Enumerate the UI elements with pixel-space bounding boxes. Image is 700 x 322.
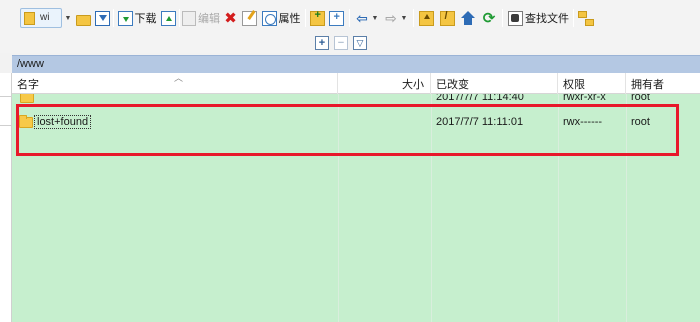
filter-icon: ▽: [356, 37, 364, 48]
binoculars-icon: [508, 10, 523, 26]
row-permissions: rwxr-xr-x: [563, 94, 606, 103]
row-modified: 2017/7/7 11:11:01: [436, 116, 524, 128]
column-permissions-label: 权限: [563, 78, 585, 91]
folder-up-icon: [418, 10, 434, 26]
minus-icon: −: [337, 36, 345, 49]
current-path-bar: /www: [12, 55, 700, 73]
rename-icon: [242, 10, 257, 26]
tree-divider: [0, 125, 12, 126]
path-dropdown-arrow[interactable]: ▼: [64, 6, 72, 30]
column-header-size[interactable]: 大小: [338, 73, 431, 94]
forward-history-dropdown[interactable]: ▼: [400, 6, 408, 30]
arrow-left-icon: ⇦: [356, 9, 368, 26]
download-button[interactable]: 下载: [117, 6, 157, 30]
current-path: /www: [17, 58, 44, 70]
refresh-button[interactable]: ⟳: [481, 6, 497, 30]
column-name-label: 名字: [17, 78, 39, 91]
column-modified-label: 已改变: [436, 78, 469, 91]
folder-tree-panel[interactable]: [0, 73, 12, 322]
delete-icon: ✖: [224, 9, 237, 27]
path-dropdown-text: wi: [40, 12, 50, 23]
chevron-down-icon: ▼: [400, 14, 408, 22]
root-folder-button[interactable]: [439, 6, 455, 30]
parent-folder-button[interactable]: [418, 6, 434, 30]
upload-button[interactable]: [160, 6, 176, 30]
forward-button[interactable]: ⇨: [383, 6, 399, 30]
row-name-cell: lost+found: [19, 112, 92, 132]
column-size-label: 大小: [402, 78, 424, 91]
back-button[interactable]: ⇦: [354, 6, 370, 30]
column-owner-label: 拥有者: [631, 78, 664, 91]
folder-icon: [24, 12, 35, 25]
row-name: lost+found: [34, 115, 92, 129]
new-file-icon: [328, 10, 344, 26]
column-header-modified[interactable]: 已改变: [431, 73, 558, 94]
expand-all-button[interactable]: +: [315, 36, 329, 50]
properties-button[interactable]: 属性: [260, 6, 302, 30]
home-icon: [460, 10, 476, 26]
plus-icon: +: [318, 36, 326, 49]
column-header-owner[interactable]: 拥有者: [626, 73, 700, 94]
edit-icon: [182, 10, 196, 26]
new-folder-icon: [309, 9, 325, 26]
refresh-icon: ⟳: [482, 9, 496, 27]
new-folder-button[interactable]: [309, 6, 325, 30]
back-history-dropdown[interactable]: ▼: [371, 6, 379, 30]
tree-icon: [577, 10, 594, 26]
find-files-button[interactable]: 查找文件: [507, 6, 570, 30]
delete-button[interactable]: ✖: [222, 6, 239, 30]
chevron-down-icon: ▼: [64, 14, 72, 22]
main-toolbar: wi ▼ 下载 编辑 ✖ 属性 + + ⇦ ▼ ⇨ ▼ / ⟳ 查找文件: [0, 0, 700, 33]
sort-ascending-icon: ︿: [174, 73, 184, 83]
tree-divider: [0, 96, 12, 97]
edit-label: 编辑: [198, 13, 220, 25]
properties-label: 属性: [278, 13, 301, 25]
row-permissions: rwx------: [563, 116, 603, 128]
collapse-all-button[interactable]: −: [334, 36, 348, 50]
edit-button[interactable]: 编辑: [182, 6, 220, 30]
rename-button[interactable]: [241, 6, 258, 30]
upload-icon: [160, 10, 176, 26]
filter-button[interactable]: [94, 6, 110, 30]
file-list[interactable]: 2017/7/7 11:14:40 rwxr-xr-x root lost+fo…: [12, 94, 700, 322]
new-file-button[interactable]: [328, 6, 344, 30]
file-browser-window: wi ▼ 下载 编辑 ✖ 属性 + + ⇦ ▼ ⇨ ▼ / ⟳ 查找文件 + −…: [0, 0, 700, 322]
filter-view-button[interactable]: ▽: [353, 36, 367, 50]
open-folder-icon: [75, 14, 91, 26]
row-owner: root: [631, 116, 650, 128]
chevron-down-icon: ▼: [371, 14, 379, 22]
download-icon: [117, 10, 133, 26]
open-folder-button[interactable]: [75, 6, 91, 30]
tree-view-button[interactable]: [577, 6, 594, 30]
table-row[interactable]: lost+found 2017/7/7 11:11:01 rwx------ r…: [12, 112, 700, 132]
root-folder-icon: [439, 10, 455, 26]
row-name-cell: [20, 94, 34, 104]
row-owner: root: [631, 94, 650, 103]
download-label: 下载: [134, 13, 157, 25]
filter-icon: [94, 10, 110, 26]
column-header-name[interactable]: 名字 ︿: [12, 73, 338, 94]
find-files-label: 查找文件: [525, 13, 569, 25]
folder-icon: [19, 114, 33, 128]
folder-icon: [20, 94, 34, 103]
path-dropdown[interactable]: wi: [20, 8, 62, 28]
view-toolbar: + − ▽: [0, 33, 700, 53]
properties-icon: [261, 10, 277, 26]
row-modified: 2017/7/7 11:14:40: [436, 94, 524, 103]
arrow-right-icon: ⇨: [385, 9, 397, 26]
file-list-header: 名字 ︿ 大小 已改变 权限 拥有者: [12, 73, 700, 94]
column-header-permissions[interactable]: 权限: [558, 73, 626, 94]
table-row[interactable]: 2017/7/7 11:14:40 rwxr-xr-x root: [12, 94, 700, 104]
home-button[interactable]: [460, 6, 476, 30]
